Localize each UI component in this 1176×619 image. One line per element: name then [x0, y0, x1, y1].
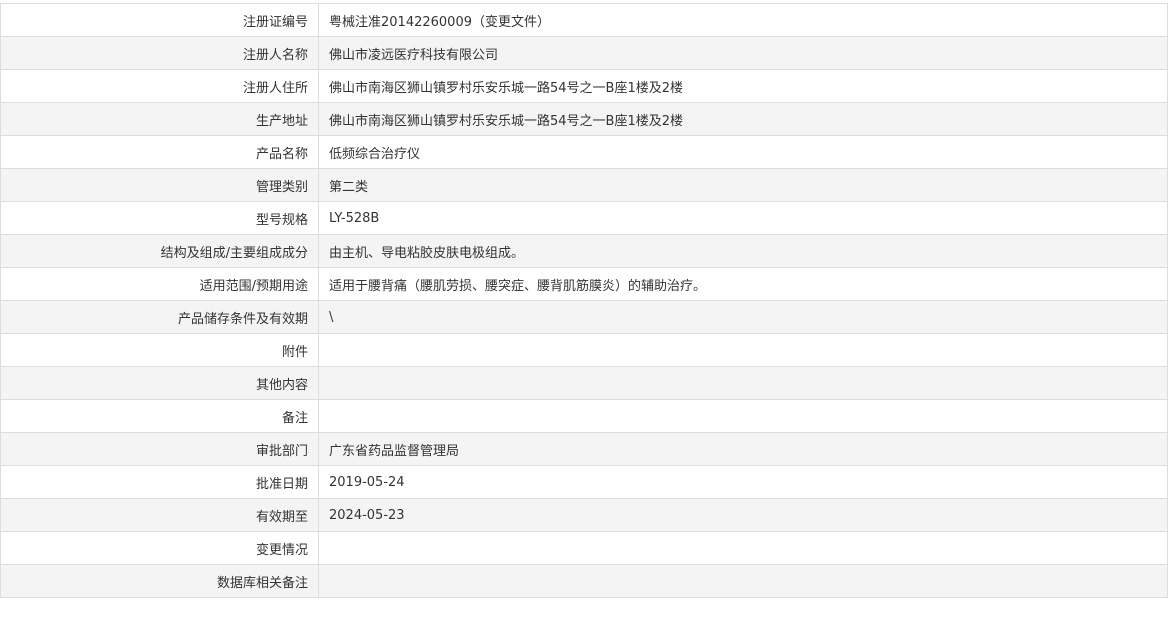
row-label: 生产地址	[0, 102, 319, 136]
table-row-approval-date: 批准日期 2019-05-24	[0, 465, 1168, 499]
table-row-registrant-address: 注册人住所 佛山市南海区狮山镇罗村乐安乐城一路54号之一B座1楼及2楼	[0, 69, 1168, 103]
row-value: 由主机、导电粘胶皮肤电极组成。	[318, 234, 1168, 268]
table-row-approval-department: 审批部门 广东省药品监督管理局	[0, 432, 1168, 466]
row-label: 变更情况	[0, 531, 319, 565]
table-row-remarks: 备注	[0, 399, 1168, 433]
row-label: 注册人住所	[0, 69, 319, 103]
row-label: 批准日期	[0, 465, 319, 499]
table-row-intended-use: 适用范围/预期用途 适用于腰背痛（腰肌劳损、腰突症、腰背肌筋膜炎）的辅助治疗。	[0, 267, 1168, 301]
table-row-storage-validity: 产品储存条件及有效期 \	[0, 300, 1168, 334]
row-label: 其他内容	[0, 366, 319, 400]
row-value: 佛山市南海区狮山镇罗村乐安乐城一路54号之一B座1楼及2楼	[318, 69, 1168, 103]
row-label: 注册人名称	[0, 36, 319, 70]
row-label: 产品名称	[0, 135, 319, 169]
row-value	[318, 531, 1168, 565]
table-row-registration-number: 注册证编号 粤械注准20142260009（变更文件）	[0, 3, 1168, 37]
row-value	[318, 333, 1168, 367]
table-row-structure-composition: 结构及组成/主要组成成分 由主机、导电粘胶皮肤电极组成。	[0, 234, 1168, 268]
row-value: 2019-05-24	[318, 465, 1168, 499]
row-label: 管理类别	[0, 168, 319, 202]
row-label: 型号规格	[0, 201, 319, 235]
table-row-other-content: 其他内容	[0, 366, 1168, 400]
row-value: 2024-05-23	[318, 498, 1168, 532]
row-value: 粤械注准20142260009（变更文件）	[318, 3, 1168, 37]
table-row-change-status: 变更情况	[0, 531, 1168, 565]
row-label: 结构及组成/主要组成成分	[0, 234, 319, 268]
row-value: 适用于腰背痛（腰肌劳损、腰突症、腰背肌筋膜炎）的辅助治疗。	[318, 267, 1168, 301]
table-row-product-name: 产品名称 低频综合治疗仪	[0, 135, 1168, 169]
table-row-database-notes: 数据库相关备注	[0, 564, 1168, 598]
row-value: 第二类	[318, 168, 1168, 202]
row-value: \	[318, 300, 1168, 334]
row-label: 注册证编号	[0, 3, 319, 37]
row-value	[318, 399, 1168, 433]
row-label: 数据库相关备注	[0, 564, 319, 598]
table-row-valid-until: 有效期至 2024-05-23	[0, 498, 1168, 532]
row-value	[318, 366, 1168, 400]
device-registration-table: 注册证编号 粤械注准20142260009（变更文件） 注册人名称 佛山市凌远医…	[0, 3, 1168, 598]
row-value: 佛山市凌远医疗科技有限公司	[318, 36, 1168, 70]
table-row-production-address: 生产地址 佛山市南海区狮山镇罗村乐安乐城一路54号之一B座1楼及2楼	[0, 102, 1168, 136]
row-value: LY-528B	[318, 201, 1168, 235]
table-row-management-class: 管理类别 第二类	[0, 168, 1168, 202]
row-label: 附件	[0, 333, 319, 367]
row-label: 适用范围/预期用途	[0, 267, 319, 301]
table-row-model-spec: 型号规格 LY-528B	[0, 201, 1168, 235]
row-value: 广东省药品监督管理局	[318, 432, 1168, 466]
table-row-attachments: 附件	[0, 333, 1168, 367]
table-row-registrant-name: 注册人名称 佛山市凌远医疗科技有限公司	[0, 36, 1168, 70]
row-label: 有效期至	[0, 498, 319, 532]
row-value: 佛山市南海区狮山镇罗村乐安乐城一路54号之一B座1楼及2楼	[318, 102, 1168, 136]
row-value: 低频综合治疗仪	[318, 135, 1168, 169]
row-label: 审批部门	[0, 432, 319, 466]
row-label: 产品储存条件及有效期	[0, 300, 319, 334]
row-label: 备注	[0, 399, 319, 433]
row-value	[318, 564, 1168, 598]
table-body: 注册证编号 粤械注准20142260009（变更文件） 注册人名称 佛山市凌远医…	[0, 3, 1168, 598]
